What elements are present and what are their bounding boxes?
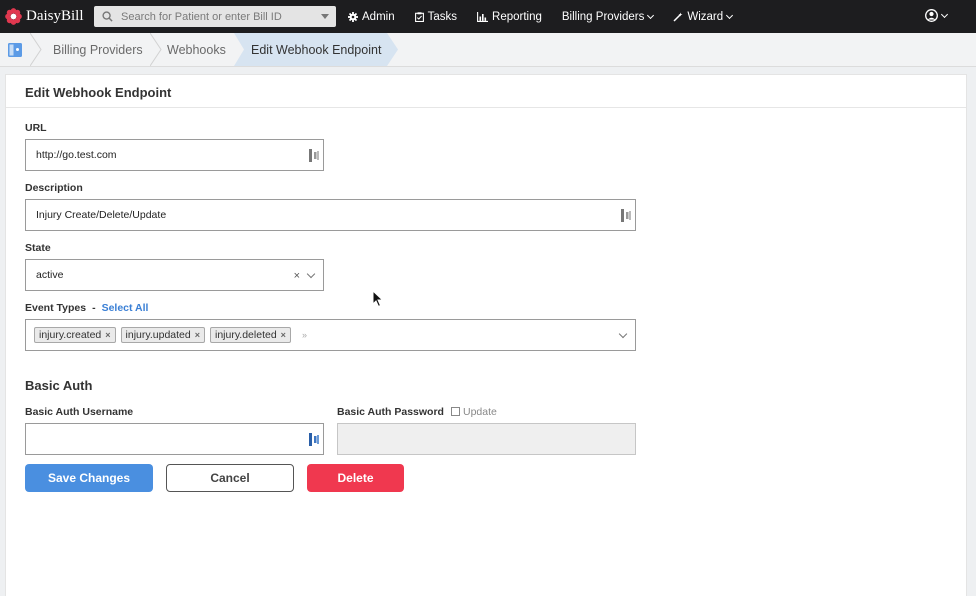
main-nav: Admin Tasks Reporting Billing Providers bbox=[348, 0, 752, 33]
top-navbar: DaisyBill Search for Patient or enter Bi… bbox=[0, 0, 976, 33]
breadcrumb: Billing Providers Webhooks Edit Webhook … bbox=[0, 33, 976, 67]
nav-billing-providers[interactable]: Billing Providers bbox=[562, 11, 655, 23]
search-icon bbox=[102, 11, 113, 22]
update-password-checkbox[interactable] bbox=[450, 407, 460, 416]
panel-icon bbox=[8, 42, 22, 57]
sidebar-toggle[interactable] bbox=[0, 33, 30, 66]
event-types-label: Event Types bbox=[25, 302, 87, 314]
password-label: Basic Auth Password bbox=[337, 406, 444, 418]
clipboard-icon bbox=[414, 11, 424, 22]
url-field[interactable]: http://go.test.com bbox=[25, 139, 324, 171]
bar-chart-icon bbox=[477, 11, 489, 22]
chevron-down-icon bbox=[940, 10, 949, 18]
update-password-label[interactable]: Update bbox=[463, 406, 497, 418]
search-dropdown-icon[interactable] bbox=[321, 14, 329, 19]
username-field[interactable] bbox=[25, 423, 324, 455]
remove-tag-icon[interactable]: × bbox=[281, 330, 286, 340]
nav-tasks[interactable]: Tasks bbox=[414, 11, 457, 23]
state-select[interactable]: active × bbox=[25, 259, 324, 291]
chevron-down-icon[interactable] bbox=[618, 329, 628, 339]
chevron-down-icon bbox=[647, 11, 655, 19]
save-changes-button[interactable]: Save Changes bbox=[25, 464, 153, 492]
page-title: Edit Webhook Endpoint bbox=[25, 85, 172, 100]
password-manager-icon[interactable] bbox=[309, 433, 319, 446]
event-tag-injury-updated: injury.updated × bbox=[120, 327, 205, 343]
url-label: URL bbox=[25, 122, 47, 134]
user-menu[interactable] bbox=[925, 9, 949, 22]
event-types-multiselect[interactable]: injury.created × injury.updated × injury… bbox=[25, 319, 636, 351]
gear-icon bbox=[348, 11, 358, 22]
state-label: State bbox=[25, 242, 51, 254]
basic-auth-title: Basic Auth bbox=[25, 378, 93, 393]
description-field[interactable]: Injury Create/Delete/Update bbox=[25, 199, 636, 231]
breadcrumb-billing-providers[interactable]: Billing Providers bbox=[53, 33, 143, 66]
password-field bbox=[337, 423, 636, 455]
wand-icon bbox=[673, 12, 683, 22]
breadcrumb-separator bbox=[150, 33, 162, 66]
edit-webhook-panel: Edit Webhook Endpoint URL http://go.test… bbox=[5, 74, 967, 596]
chevron-down-icon bbox=[726, 11, 734, 19]
divider bbox=[6, 107, 966, 108]
patient-search-box[interactable]: Search for Patient or enter Bill ID bbox=[94, 6, 336, 27]
chevron-down-icon[interactable] bbox=[306, 269, 316, 279]
clear-icon[interactable]: × bbox=[294, 270, 300, 282]
app-name: DaisyBill bbox=[26, 8, 84, 24]
nav-reporting[interactable]: Reporting bbox=[477, 11, 542, 23]
username-label: Basic Auth Username bbox=[25, 406, 134, 418]
mouse-cursor-icon bbox=[372, 290, 384, 308]
nav-wizard[interactable]: Wizard bbox=[673, 11, 734, 23]
event-tag-injury-deleted: injury.deleted × bbox=[209, 327, 291, 343]
password-manager-icon[interactable] bbox=[621, 209, 631, 222]
breadcrumb-separator bbox=[30, 33, 42, 66]
password-label-row: Basic Auth Password Update bbox=[337, 406, 497, 418]
nav-admin[interactable]: Admin bbox=[348, 11, 395, 23]
remove-tag-icon[interactable]: × bbox=[195, 330, 200, 340]
cancel-button[interactable]: Cancel bbox=[166, 464, 294, 492]
user-avatar-icon bbox=[925, 9, 938, 22]
daisy-logo-icon bbox=[5, 8, 22, 25]
select-all-link[interactable]: Select All bbox=[102, 302, 149, 314]
event-types-label-row: Event Types - Select All bbox=[25, 302, 148, 314]
remove-tag-icon[interactable]: × bbox=[105, 330, 110, 340]
description-label: Description bbox=[25, 182, 83, 194]
search-input[interactable]: Search for Patient or enter Bill ID bbox=[121, 11, 321, 23]
password-manager-icon[interactable] bbox=[309, 149, 319, 162]
breadcrumb-webhooks[interactable]: Webhooks bbox=[167, 33, 226, 66]
state-value: active bbox=[36, 269, 64, 281]
label-separator: - bbox=[92, 302, 96, 314]
event-type-tags: injury.created × injury.updated × injury… bbox=[34, 327, 307, 343]
event-tag-injury-created: injury.created × bbox=[34, 327, 116, 343]
delete-button[interactable]: Delete bbox=[307, 464, 404, 492]
more-options-indicator: » bbox=[301, 330, 307, 340]
breadcrumb-edit-webhook-endpoint: Edit Webhook Endpoint bbox=[251, 42, 382, 57]
url-value: http://go.test.com bbox=[36, 149, 117, 161]
description-value: Injury Create/Delete/Update bbox=[36, 209, 167, 221]
app-logo[interactable]: DaisyBill bbox=[0, 8, 92, 25]
